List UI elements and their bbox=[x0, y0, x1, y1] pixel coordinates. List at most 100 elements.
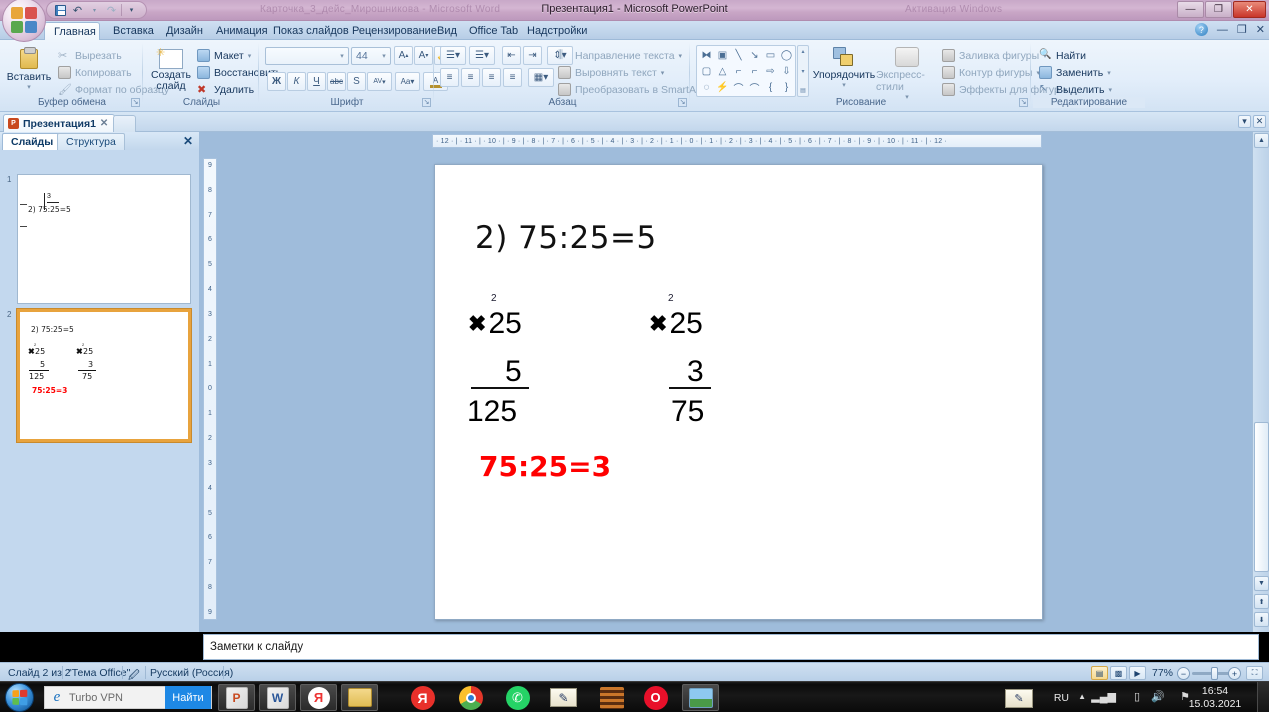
tray-clock[interactable]: 16:54 15.03.2021 bbox=[1183, 685, 1247, 710]
ribbon-minimize-icon[interactable]: — bbox=[1217, 24, 1228, 36]
shrink-font-button[interactable]: A ▾ bbox=[414, 46, 433, 65]
thumbnail-2[interactable]: 2) 75:25=5 2 ✖ 25 5 125 2 ✖ 25 3 75 75:2… bbox=[17, 309, 191, 442]
select-button[interactable]: ↖ Выделить ▾ bbox=[1039, 83, 1112, 96]
align-left-button[interactable]: ≡ bbox=[440, 68, 459, 87]
taskbar-yandex-button[interactable]: Я bbox=[300, 684, 337, 711]
align-right-button[interactable]: ≡ bbox=[482, 68, 501, 87]
shape-rightbrace-icon[interactable]: } bbox=[779, 80, 794, 95]
shape-arrow-icon[interactable]: ↘ bbox=[747, 48, 762, 63]
tray-expand-icon[interactable]: ▲ bbox=[1078, 692, 1086, 701]
taskbar-opera-button[interactable]: O bbox=[637, 684, 674, 711]
shapes-more-icon[interactable]: ▤ bbox=[800, 87, 806, 94]
shapes-gallery-scrollbar[interactable]: ▴ ▾ ▤ bbox=[797, 45, 809, 97]
tab-home[interactable]: Главная bbox=[44, 22, 100, 41]
customize-qat-button[interactable]: ▾ bbox=[124, 3, 139, 18]
copy-button[interactable]: Копировать bbox=[58, 66, 132, 79]
shape-rect-icon[interactable]: ▭ bbox=[763, 48, 778, 63]
text-direction-button[interactable]: ⫼ Направление текста ▾ bbox=[558, 49, 682, 62]
align-text-button[interactable]: Выровнять текст ▾ bbox=[558, 66, 664, 79]
shape-outline-button[interactable]: Контур фигуры ▾ bbox=[942, 66, 1040, 79]
font-size-combo[interactable]: 44 ▾ bbox=[351, 47, 391, 65]
thumbnail-1[interactable]: 2) 75:25=5 3 bbox=[17, 174, 191, 304]
slide-sorter-button[interactable]: ▩ bbox=[1110, 666, 1127, 680]
increase-indent-button[interactable]: ⇥ bbox=[523, 46, 542, 65]
shape-cloud-icon[interactable]: ◌ bbox=[699, 80, 714, 95]
taskbar-whatsapp-button[interactable]: ✆ bbox=[499, 684, 536, 711]
office-button[interactable] bbox=[2, 0, 46, 42]
notes-pane[interactable]: Заметки к слайду bbox=[203, 634, 1259, 660]
layout-dropdown-icon[interactable]: ▾ bbox=[248, 52, 252, 60]
pane-tab-outline[interactable]: Структура bbox=[57, 133, 125, 150]
fit-to-window-button[interactable]: ⛶ bbox=[1246, 666, 1263, 680]
ribbon-restore-icon[interactable]: ❐ bbox=[1237, 23, 1247, 36]
align-text-dropdown-icon[interactable]: ▾ bbox=[661, 69, 665, 77]
bold-button[interactable]: Ж bbox=[267, 72, 286, 91]
zoom-level[interactable]: 77% bbox=[1152, 667, 1173, 679]
text-shadow-button[interactable]: S bbox=[347, 72, 366, 91]
align-center-button[interactable]: ≡ bbox=[461, 68, 480, 87]
replace-dropdown-icon[interactable]: ▾ bbox=[1107, 69, 1111, 77]
ribbon-close-icon[interactable]: ✕ bbox=[1256, 23, 1265, 36]
help-icon[interactable]: ? bbox=[1194, 23, 1208, 36]
layout-button[interactable]: Макет ▾ bbox=[197, 49, 251, 62]
scroll-up-icon[interactable]: ▲ bbox=[1254, 133, 1269, 148]
font-dialog-launcher[interactable]: ↘ bbox=[422, 98, 431, 107]
drawing-dialog-launcher[interactable]: ↘ bbox=[1019, 98, 1028, 107]
document-tab-close-icon[interactable]: ✕ bbox=[100, 118, 108, 129]
slide-title-text[interactable]: 2) 75:25=5 bbox=[475, 220, 657, 256]
zoom-out-button[interactable]: − bbox=[1177, 667, 1190, 680]
taskbar-media-button[interactable] bbox=[593, 684, 630, 711]
shape-freeform-icon[interactable]: ⧓ bbox=[699, 48, 714, 63]
shape-elbow2-icon[interactable]: ⌐ bbox=[747, 64, 762, 79]
slide-vertical-scrollbar[interactable]: ▲ ▼ ⬆ ⬇ bbox=[1252, 132, 1269, 632]
zoom-in-button[interactable]: + bbox=[1228, 667, 1241, 680]
decrease-indent-button[interactable]: ⇤ bbox=[502, 46, 521, 65]
taskbar-notes-button[interactable]: ✎ bbox=[545, 684, 582, 711]
undo-button[interactable]: ↶ bbox=[70, 3, 85, 18]
strikethrough-button[interactable]: abc bbox=[327, 72, 346, 91]
quick-styles-button[interactable]: Экспресс-стили ▾ bbox=[876, 47, 938, 101]
shape-rightarrow-icon[interactable]: ⇨ bbox=[763, 64, 778, 79]
taskbar-chrome-button[interactable] bbox=[452, 684, 489, 711]
search-input[interactable]: Turbo VPN bbox=[66, 692, 165, 704]
grow-font-button[interactable]: A ▴ bbox=[394, 46, 413, 65]
network-icon[interactable]: ▂▄▆ bbox=[1091, 690, 1116, 703]
next-slide-icon[interactable]: ⬇ bbox=[1254, 612, 1269, 627]
new-document-tab-button[interactable] bbox=[113, 115, 136, 132]
show-desktop-button[interactable] bbox=[1257, 682, 1269, 712]
taskbar-photo-button[interactable] bbox=[682, 684, 719, 711]
shape-downarrow-icon[interactable]: ⇩ bbox=[779, 64, 794, 79]
taskbar-powerpoint-button[interactable]: P bbox=[218, 684, 255, 711]
close-button[interactable]: ✕ bbox=[1233, 1, 1266, 18]
document-tab-presentation1[interactable]: P Презентация1 ✕ bbox=[3, 114, 116, 132]
tab-addins[interactable]: Надстройки bbox=[518, 21, 596, 40]
shape-leftbrace-icon[interactable]: { bbox=[763, 80, 778, 95]
shape-arc2-icon[interactable]: ⌒ bbox=[747, 80, 762, 95]
shape-triangle-icon[interactable]: △ bbox=[715, 64, 730, 79]
convert-smartart-button[interactable]: Преобразовать в SmartArt ▾ bbox=[558, 83, 710, 96]
shapes-gallery[interactable]: ⧓ ▣ ╲ ↘ ▭ ◯ ▢ △ ⌐ ⌐ ⇨ ⇩ ◌ ⚡ ⌒ ⌒ { } bbox=[696, 45, 796, 97]
font-size-dropdown-icon[interactable]: ▾ bbox=[378, 52, 390, 60]
shape-lightning-icon[interactable]: ⚡ bbox=[715, 80, 730, 95]
save-button[interactable] bbox=[53, 3, 68, 18]
search-go-button[interactable]: Найти bbox=[165, 686, 211, 709]
undo-dropdown-icon[interactable]: ▾ bbox=[87, 3, 102, 18]
font-name-combo[interactable]: ▾ bbox=[265, 47, 349, 65]
delete-slide-button[interactable]: ✖ Удалить bbox=[197, 83, 254, 97]
document-tab-menu-icon[interactable]: ▾ bbox=[1238, 115, 1251, 128]
minimize-button[interactable]: — bbox=[1177, 1, 1204, 18]
shape-roundrect-icon[interactable]: ▢ bbox=[699, 64, 714, 79]
zoom-slider-handle[interactable] bbox=[1211, 667, 1218, 680]
taskbar-search-box[interactable]: e Turbo VPN Найти bbox=[44, 686, 212, 709]
arrange-button[interactable]: Упорядочить ▾ bbox=[813, 47, 875, 89]
slide-canvas[interactable]: 2) 75:25=5 2 ✖ 25 5 125 2 ✖ 25 3 75 75:2… bbox=[434, 164, 1043, 620]
numbering-button[interactable]: ☰▾ bbox=[469, 46, 495, 65]
shapes-scroll-up-icon[interactable]: ▴ bbox=[801, 48, 804, 55]
slideshow-button[interactable]: ▶ bbox=[1129, 666, 1146, 680]
font-name-dropdown-icon[interactable]: ▾ bbox=[336, 52, 348, 60]
theme-name[interactable]: "Тема Office" bbox=[68, 667, 130, 679]
document-tab-close-all-icon[interactable]: ✕ bbox=[1253, 115, 1266, 128]
columns-button[interactable]: ▦▾ bbox=[528, 68, 554, 87]
shape-textbox-icon[interactable]: ▣ bbox=[715, 48, 730, 63]
slide-answer-text[interactable]: 75:25=3 bbox=[479, 450, 611, 483]
